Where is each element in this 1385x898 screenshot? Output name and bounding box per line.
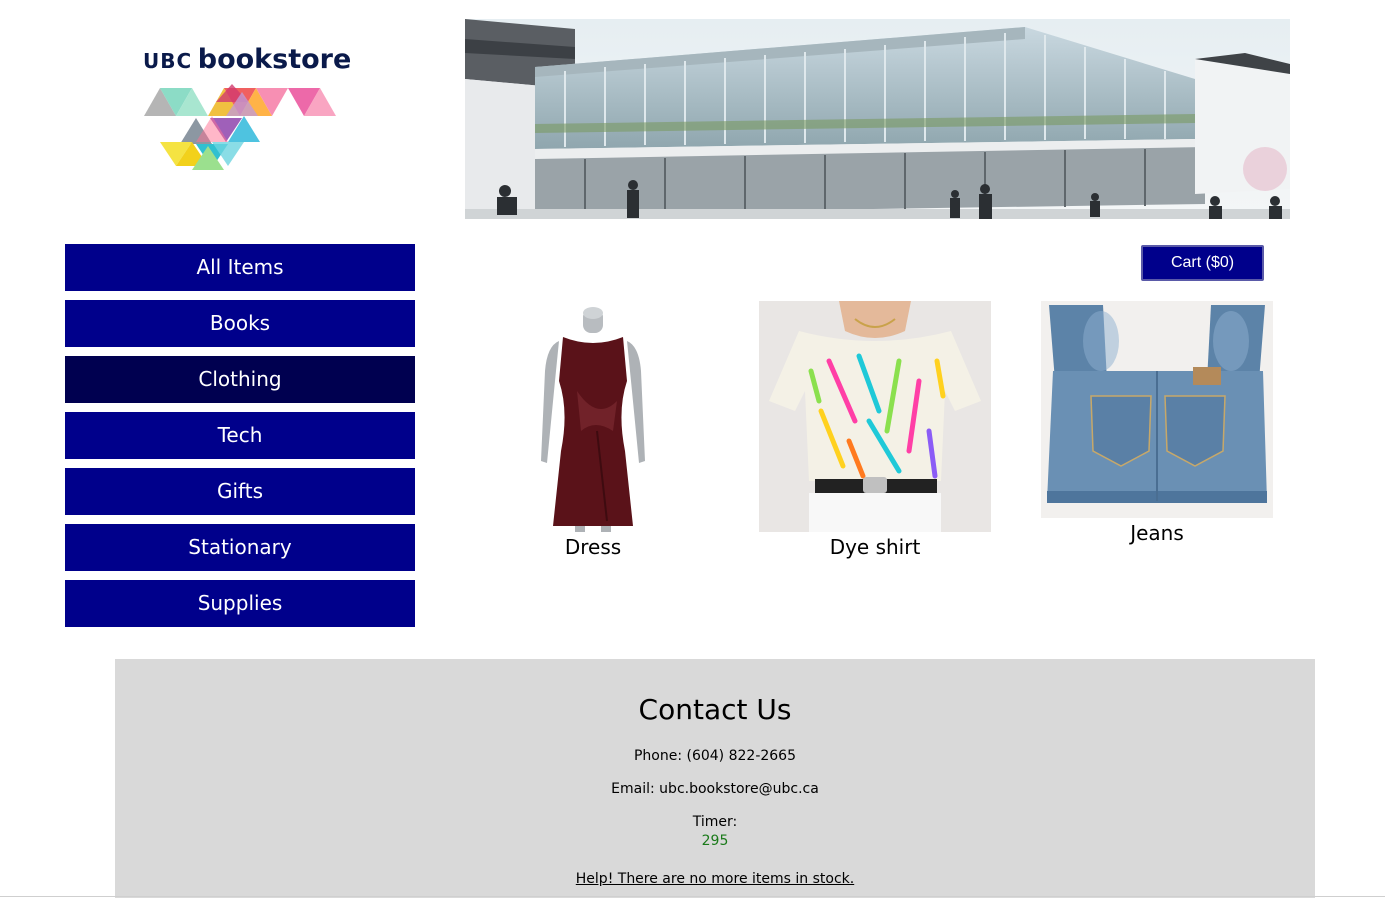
- nav-item-tech[interactable]: Tech: [65, 412, 415, 459]
- ubc-bookstore-logo[interactable]: UBC bookstore: [140, 44, 351, 179]
- logo-triangles-icon: [144, 84, 336, 170]
- product-image-dress[interactable]: [477, 301, 709, 532]
- category-nav: All Items Books Clothing Tech Gifts Stat…: [65, 244, 415, 636]
- contact-phone: Phone: (604) 822-2665: [633, 748, 797, 764]
- product-image-jeans[interactable]: [1041, 301, 1273, 518]
- timer-value: 295: [701, 833, 729, 849]
- product-name-jeans[interactable]: Jeans: [1041, 521, 1273, 545]
- nav-item-clothing[interactable]: Clothing: [65, 356, 415, 403]
- help-out-of-stock-link[interactable]: Help! There are no more items in stock.: [576, 871, 854, 887]
- contact-heading: Contact Us: [638, 693, 792, 726]
- product-name-dress[interactable]: Dress: [477, 535, 709, 559]
- cart-button[interactable]: Cart ($0): [1141, 245, 1264, 281]
- nav-item-all-items[interactable]: All Items: [65, 244, 415, 291]
- product-image-dye-shirt[interactable]: [759, 301, 991, 532]
- product-card-dye-shirt[interactable]: Dye shirt: [759, 301, 991, 561]
- logo-bookstore-text: bookstore: [197, 44, 352, 75]
- nav-item-supplies[interactable]: Supplies: [65, 580, 415, 627]
- product-card-dress[interactable]: Dress: [477, 301, 709, 561]
- product-name-dye-shirt[interactable]: Dye shirt: [759, 535, 991, 559]
- page-bottom-divider: [0, 896, 1385, 897]
- logo-ubc-text: UBC: [143, 49, 193, 73]
- nav-item-stationary[interactable]: Stationary: [65, 524, 415, 571]
- logo-wordmark: UBC bookstore: [143, 44, 351, 75]
- store-banner-image: [465, 19, 1290, 219]
- nav-item-gifts[interactable]: Gifts: [65, 468, 415, 515]
- contact-email: Email: ubc.bookstore@ubc.ca: [611, 781, 819, 797]
- contact-footer: Contact Us Phone: (604) 822-2665 Email: …: [115, 659, 1315, 898]
- product-card-jeans[interactable]: Jeans: [1041, 301, 1273, 551]
- nav-item-books[interactable]: Books: [65, 300, 415, 347]
- timer-label: Timer:: [692, 814, 738, 830]
